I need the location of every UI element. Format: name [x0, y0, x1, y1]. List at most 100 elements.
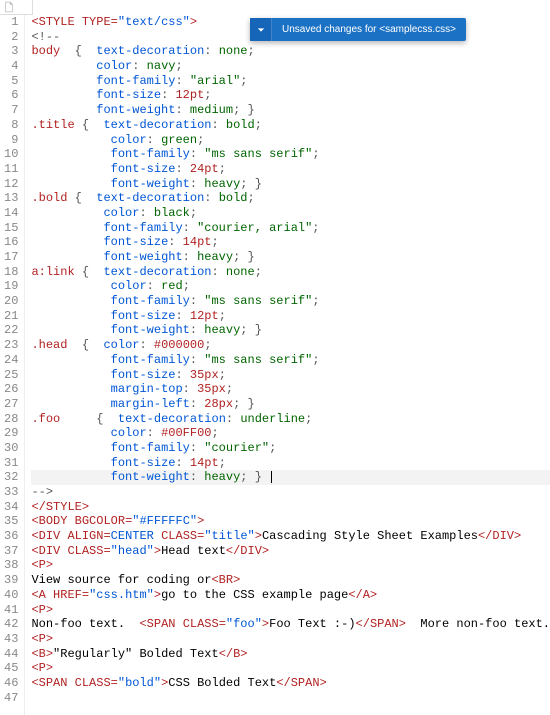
code-line[interactable]: font-family: "ms sans serif";: [31, 353, 550, 368]
unsaved-changes-notification: Unsaved changes for <samplecss.css>: [250, 18, 466, 41]
code-line[interactable]: font-weight: medium; }: [31, 103, 550, 118]
code-line[interactable]: .foo { text-decoration: underline;: [31, 412, 550, 427]
code-line[interactable]: color: navy;: [31, 59, 550, 74]
code-line[interactable]: <P>: [31, 632, 550, 647]
line-number: 22: [0, 323, 18, 338]
code-line[interactable]: <DIV CLASS="head">Head text</DIV>: [31, 544, 550, 559]
line-number: 6: [0, 88, 18, 103]
code-line[interactable]: font-family: "ms sans serif";: [31, 147, 550, 162]
notification-message: Unsaved changes for <samplecss.css>: [272, 18, 466, 41]
line-number: 47: [0, 691, 18, 706]
line-number: 43: [0, 632, 18, 647]
line-number: 8: [0, 118, 18, 133]
editor-corner: [0, 0, 33, 15]
line-number: 34: [0, 500, 18, 515]
code-line[interactable]: -->: [31, 485, 550, 500]
code-line[interactable]: font-size: 12pt;: [31, 309, 550, 324]
line-number: 39: [0, 573, 18, 588]
line-number: 14: [0, 206, 18, 221]
notification-dropdown-button[interactable]: [250, 18, 272, 41]
code-line[interactable]: font-family: "arial";: [31, 74, 550, 89]
code-line[interactable]: <DIV ALIGN=CENTER CLASS="title">Cascadin…: [31, 529, 550, 544]
code-line[interactable]: margin-left: 28px; }: [31, 397, 550, 412]
code-line[interactable]: color: red;: [31, 279, 550, 294]
line-number: 46: [0, 676, 18, 691]
code-line[interactable]: .title { text-decoration: bold;: [31, 118, 550, 133]
line-number: 21: [0, 309, 18, 324]
code-line[interactable]: <P>: [31, 603, 550, 618]
code-line[interactable]: color: #00FF00;: [31, 426, 550, 441]
chevron-down-icon: [257, 26, 265, 34]
code-line[interactable]: font-size: 24pt;: [31, 162, 550, 177]
code-area[interactable]: <STYLE TYPE="text/css"><!--body { text-d…: [25, 15, 550, 715]
line-number: 40: [0, 588, 18, 603]
line-number: 37: [0, 544, 18, 559]
line-number: 2: [0, 30, 18, 45]
line-number: 25: [0, 368, 18, 383]
code-line[interactable]: body { text-decoration: none;: [31, 44, 550, 59]
line-number: 24: [0, 353, 18, 368]
code-line[interactable]: a:link { text-decoration: none;: [31, 265, 550, 280]
line-number: 11: [0, 162, 18, 177]
code-line[interactable]: View source for coding or<BR>: [31, 573, 550, 588]
line-number: 35: [0, 514, 18, 529]
line-number: 18: [0, 265, 18, 280]
code-line[interactable]: <P>: [31, 558, 550, 573]
line-number: 36: [0, 529, 18, 544]
code-line[interactable]: <A HREF="css.htm">go to the CSS example …: [31, 588, 550, 603]
code-line[interactable]: <P>: [31, 661, 550, 676]
line-number: 4: [0, 59, 18, 74]
code-line[interactable]: font-weight: heavy; }: [31, 323, 550, 338]
code-line[interactable]: </STYLE>: [31, 500, 550, 515]
line-number: 28: [0, 412, 18, 427]
document-icon: [2, 1, 16, 13]
line-number: 13: [0, 191, 18, 206]
line-number: 12: [0, 177, 18, 192]
code-line[interactable]: font-size: 14pt;: [31, 235, 550, 250]
line-number: 9: [0, 133, 18, 148]
line-number-gutter: 1234567891011121314151617181920212223242…: [0, 15, 25, 715]
line-number: 29: [0, 426, 18, 441]
code-editor[interactable]: 1234567891011121314151617181920212223242…: [0, 0, 550, 715]
line-number: 33: [0, 485, 18, 500]
code-line[interactable]: [31, 691, 550, 706]
line-number: 1: [0, 15, 18, 30]
line-number: 27: [0, 397, 18, 412]
line-number: 31: [0, 456, 18, 471]
line-number: 16: [0, 235, 18, 250]
line-number: 38: [0, 558, 18, 573]
line-number: 41: [0, 603, 18, 618]
code-line[interactable]: font-size: 14pt;: [31, 456, 550, 471]
line-number: 44: [0, 647, 18, 662]
line-number: 26: [0, 382, 18, 397]
code-line[interactable]: <B>"Regularly" Bolded Text</B>: [31, 647, 550, 662]
line-number: 42: [0, 617, 18, 632]
line-number: 45: [0, 661, 18, 676]
code-line[interactable]: font-weight: heavy; }: [31, 177, 550, 192]
code-line[interactable]: color: black;: [31, 206, 550, 221]
code-line[interactable]: color: green;: [31, 133, 550, 148]
code-line[interactable]: Non-foo text. <SPAN CLASS="foo">Foo Text…: [31, 617, 550, 632]
code-line[interactable]: font-family: "ms sans serif";: [31, 294, 550, 309]
line-number: 5: [0, 74, 18, 89]
code-line[interactable]: font-size: 35px;: [31, 368, 550, 383]
code-line[interactable]: .head { color: #000000;: [31, 338, 550, 353]
code-line[interactable]: font-weight: heavy; }: [31, 250, 550, 265]
line-number: 19: [0, 279, 18, 294]
line-number: 20: [0, 294, 18, 309]
line-number: 10: [0, 147, 18, 162]
line-number: 17: [0, 250, 18, 265]
line-number: 30: [0, 441, 18, 456]
code-line[interactable]: font-family: "courier";: [31, 441, 550, 456]
code-line[interactable]: font-size: 12pt;: [31, 88, 550, 103]
line-number: 15: [0, 221, 18, 236]
line-number: 7: [0, 103, 18, 118]
code-line[interactable]: <SPAN CLASS="bold">CSS Bolded Text</SPAN…: [31, 676, 550, 691]
code-line[interactable]: font-family: "courier, arial";: [31, 221, 550, 236]
line-number: 32: [0, 470, 18, 485]
code-line[interactable]: <BODY BGCOLOR="#FFFFFC">: [31, 514, 550, 529]
code-line[interactable]: margin-top: 35px;: [31, 382, 550, 397]
code-line[interactable]: .bold { text-decoration: bold;: [31, 191, 550, 206]
code-line[interactable]: font-weight: heavy; }: [31, 470, 550, 485]
line-number: 23: [0, 338, 18, 353]
